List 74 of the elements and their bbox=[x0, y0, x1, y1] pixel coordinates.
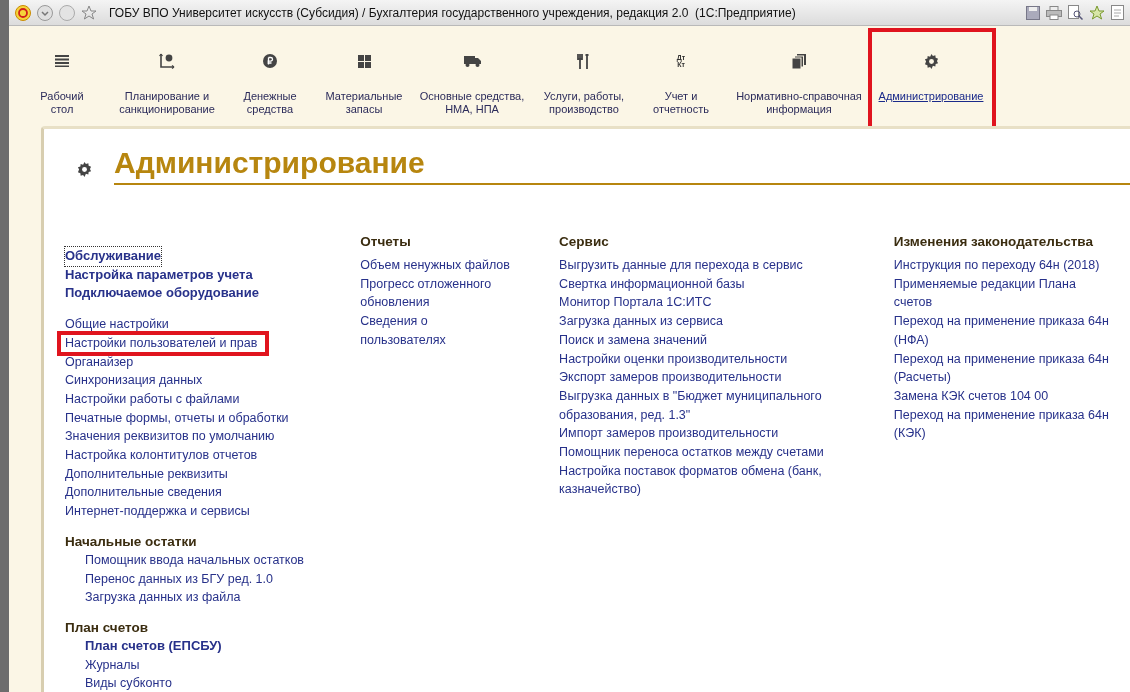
link[interactable]: Сведения о пользователях bbox=[360, 312, 446, 350]
section-tab[interactable]: Нормативно-справочная информация bbox=[736, 90, 862, 116]
link[interactable]: Дополнительные сведения bbox=[65, 483, 222, 503]
settings-icon bbox=[77, 161, 92, 177]
circle-menu-icon[interactable] bbox=[37, 4, 53, 21]
link[interactable]: Значения реквизитов по умолчанию bbox=[65, 427, 275, 447]
link[interactable]: Выгрузить данные для перехода в сервис bbox=[559, 256, 803, 275]
documents-icon bbox=[792, 53, 806, 69]
link[interactable]: Подключаемое оборудование bbox=[65, 284, 259, 304]
link[interactable]: Виды субконто bbox=[85, 674, 172, 692]
save-icon[interactable] bbox=[1026, 5, 1040, 20]
section-tab[interactable]: Услуги, работы, производство bbox=[543, 90, 625, 116]
section-tab[interactable]: Рабочий стол bbox=[40, 90, 84, 116]
group-heading: Сервис bbox=[559, 233, 610, 251]
star-icon[interactable] bbox=[81, 4, 97, 21]
link[interactable]: Выгрузка данных в "Бюджет муниципального образования, ред. 1.3" bbox=[559, 386, 822, 425]
link[interactable]: Журналы bbox=[85, 655, 140, 675]
link[interactable]: План счетов (ЕПСБУ) bbox=[85, 636, 222, 656]
link[interactable]: Импорт замеров производительности bbox=[559, 424, 779, 444]
link[interactable]: Помощник переноса остатков между счетами bbox=[559, 443, 824, 462]
link[interactable]: Настройки работы с файлами bbox=[65, 389, 240, 409]
circle-icon[interactable] bbox=[59, 4, 75, 21]
link[interactable]: Органайзер bbox=[65, 352, 134, 372]
link[interactable]: Дополнительные реквизиты bbox=[65, 464, 228, 484]
group-heading: Изменения законодательства bbox=[893, 233, 1094, 251]
link[interactable]: Прогресс отложенного обновления bbox=[360, 274, 492, 313]
star-icon[interactable] bbox=[1089, 4, 1105, 21]
group-heading: Начальные остатки bbox=[65, 532, 198, 551]
link[interactable]: Загрузка данных из файла bbox=[85, 588, 241, 607]
link[interactable]: Переход на применение приказа 64н (Расчеты) bbox=[893, 349, 1109, 387]
link[interactable]: Настройка параметров учета bbox=[65, 265, 253, 285]
link[interactable]: Печатные формы, отчеты и обработки bbox=[65, 408, 289, 428]
print-preview-icon[interactable] bbox=[1068, 5, 1083, 20]
printer-icon[interactable] bbox=[1046, 5, 1062, 20]
link[interactable]: Настройка поставок форматов обмена (банк, казначейство) bbox=[559, 461, 822, 500]
settings-icon bbox=[923, 53, 939, 69]
link[interactable]: Переход на применение приказа 64н (НФА) bbox=[893, 312, 1109, 350]
document-icon[interactable] bbox=[1111, 5, 1124, 20]
ruble-coin-icon bbox=[263, 54, 277, 68]
section-tab[interactable]: Денежные средства bbox=[243, 90, 297, 116]
page-title: Администрирование bbox=[114, 143, 1130, 185]
link[interactable]: Общие настройки bbox=[65, 315, 169, 334]
window-title: ГОБУ ВПО Университет искусств (Субсидия) / Бухгалтерия государственного учреждения, редакция 2.0 (1С:Предприятие) bbox=[109, 5, 796, 20]
link[interactable]: Перенос данных из БГУ ред. 1.0 bbox=[85, 569, 273, 589]
link[interactable]: Объем ненужных файлов bbox=[360, 256, 510, 275]
tools-icon bbox=[577, 53, 591, 69]
section-tab[interactable]: Администрирование bbox=[878, 90, 984, 103]
link[interactable]: Монитор Портала 1С:ИТС bbox=[559, 293, 712, 313]
menu-icon bbox=[55, 55, 69, 67]
link[interactable]: Загрузка данных из сервиса bbox=[559, 312, 724, 331]
link[interactable]: Настройки оценки производительности bbox=[559, 349, 788, 369]
section-tab[interactable]: Учет и отчетность bbox=[653, 90, 709, 116]
section-tab[interactable]: Планирование и санкционирование bbox=[119, 90, 215, 116]
grid-icon bbox=[357, 54, 371, 68]
link[interactable]: Интернет-поддержка и сервисы bbox=[65, 502, 250, 521]
link[interactable]: Инструкция по переходу 64н (2018) bbox=[893, 256, 1100, 275]
section-tab[interactable]: Основные средства, НМА, НПА bbox=[419, 90, 525, 116]
section-tab[interactable]: Материальные запасы bbox=[325, 90, 403, 116]
group-heading: Отчеты bbox=[360, 233, 412, 251]
group-heading: План счетов bbox=[65, 618, 149, 637]
link[interactable]: Настройки пользователей и прав bbox=[65, 333, 258, 353]
link[interactable]: Синхронизация данных bbox=[65, 371, 203, 390]
link[interactable]: Свертка информационной базы bbox=[559, 274, 745, 294]
link[interactable]: Помощник ввода начальных остатков bbox=[85, 550, 304, 570]
link[interactable]: Переход на применение приказа 64н (КЭК) bbox=[893, 405, 1109, 444]
link[interactable]: Экспорт замеров производительности bbox=[559, 368, 782, 387]
link[interactable]: Обслуживание bbox=[65, 247, 161, 266]
link[interactable]: Настройка колонтитулов отчетов bbox=[65, 446, 258, 465]
chart-axis-icon bbox=[159, 53, 175, 69]
app-logo-icon bbox=[15, 4, 31, 21]
truck-icon bbox=[463, 55, 481, 67]
link[interactable]: Применяемые редакции Плана счетов bbox=[893, 274, 1076, 313]
link[interactable]: Поиск и замена значений bbox=[559, 330, 707, 350]
link[interactable]: Замена КЭК счетов 104 00 bbox=[893, 386, 1049, 406]
